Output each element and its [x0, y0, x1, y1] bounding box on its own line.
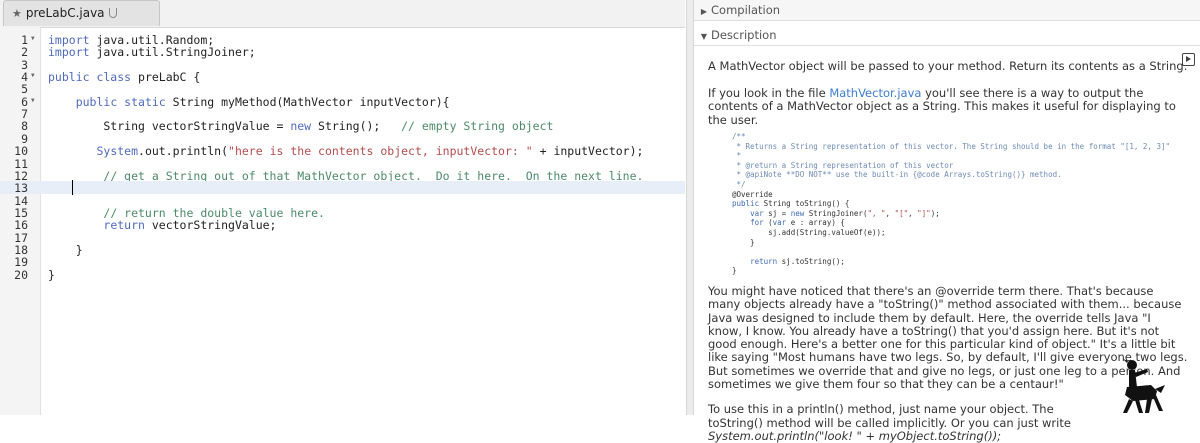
code-line[interactable]: 11	[0, 157, 685, 171]
editor-tab-bar: ★ preLabC.java	[0, 0, 685, 28]
description-label: Description	[711, 28, 777, 42]
code-block-line: * Returns a String representation of thi…	[732, 141, 1171, 151]
code-block-line: public String toString() {	[732, 199, 850, 209]
code-block-line: for (var e : array) {	[750, 218, 845, 228]
fold-arrow-icon[interactable]: ▼	[31, 72, 35, 79]
code-line[interactable]: 5	[0, 82, 685, 96]
code-block-line: }	[732, 237, 755, 247]
code-line[interactable]: 3	[0, 58, 685, 72]
code-block-line: /**	[732, 132, 746, 141]
line-number: 20	[14, 267, 28, 282]
p4-text: To use this in a println() method, just …	[708, 402, 1071, 430]
code-editor[interactable]: ★ preLabC.java 1 ▼ import java.util.Random;…	[0, 0, 685, 415]
compilation-label: Compilation	[711, 3, 781, 17]
code-line[interactable]: 1 ▼ import java.util.Random;	[0, 33, 685, 47]
description-paragraph-2: If you look in the file MathVector.java …	[708, 85, 1188, 128]
code-line[interactable]: 4 ▼ public class preLabC {	[0, 70, 685, 84]
code-block-line: sj.add(String.valueOf(e));	[732, 227, 886, 237]
star-icon[interactable]: ★	[12, 7, 22, 20]
chevron-down-icon: ▼	[700, 32, 708, 41]
instructions-panel: ▶ Compilation ▼ Description A MathVector o…	[694, 0, 1200, 443]
code-block-line: * @return a String representation of thi…	[732, 160, 954, 170]
fold-arrow-icon[interactable]: ▼	[31, 35, 35, 42]
code-line[interactable]: 7	[0, 107, 685, 121]
code-line[interactable]: 9	[0, 132, 685, 146]
code-block-line: }	[732, 266, 737, 276]
code-line[interactable]: 19	[0, 255, 685, 269]
description-paragraph-1: A MathVector object will be passed to yo…	[708, 59, 1188, 73]
compilation-section-header[interactable]: ▶ Compilation	[694, 0, 1200, 21]
code-line[interactable]: 17	[0, 231, 685, 245]
code-line[interactable]: 12 // get a String out of that MathVecto…	[0, 169, 685, 183]
code-line[interactable]: 15 // return the double value here.	[0, 206, 685, 220]
file-tab-label: preLabC.java	[25, 6, 105, 20]
code-block-line: @Override	[732, 189, 773, 199]
code-text: }	[48, 267, 55, 282]
code-block-line: var sj = new StringJoiner(", ", "[", "]"…	[750, 208, 940, 218]
p2-text-a: If you look in the file	[708, 85, 830, 100]
tostring-code-block: /** * Returns a String representation of…	[732, 132, 1188, 276]
code-line[interactable]: 20}	[0, 267, 685, 282]
code-block-line: * @apiNote **DO NOT** use the built-in {…	[732, 170, 1062, 180]
code-line[interactable]: 18 }	[0, 243, 685, 257]
fold-arrow-icon[interactable]: ▼	[31, 97, 35, 104]
code-block-line	[732, 247, 1188, 257]
description-paragraph-4: To use this in a println() method, just …	[708, 403, 1078, 443]
code-line[interactable]: 13	[0, 180, 685, 196]
code-block-line: *	[732, 151, 742, 161]
description-section-header[interactable]: ▼ Description	[694, 25, 1200, 45]
centaur-image	[1123, 359, 1165, 413]
code-line[interactable]: 16 return vectorStringValue;	[0, 218, 685, 232]
file-tab[interactable]: ★ preLabC.java	[3, 0, 160, 26]
code-line[interactable]: 10 System.out.println("here is the conte…	[0, 144, 685, 158]
modified-icon	[108, 8, 117, 18]
chevron-right-icon: ▶	[700, 7, 708, 16]
pane-splitter[interactable]	[686, 0, 694, 415]
code-line[interactable]: 2 import java.util.StringJoiner;	[0, 45, 685, 59]
mathvector-link[interactable]: MathVector.java	[829, 86, 921, 100]
code-line[interactable]: 6 ▼ public static String myMethod(MathVec…	[0, 95, 685, 109]
println-example: System.out.println("look! " + myObject.t…	[708, 428, 1002, 443]
code-block-line: return sj.toString();	[750, 256, 845, 266]
code-line[interactable]: 14	[0, 194, 685, 208]
code-line[interactable]: 8 String vectorStringValue = new String(…	[0, 119, 685, 133]
code-block-line: */	[732, 179, 746, 189]
